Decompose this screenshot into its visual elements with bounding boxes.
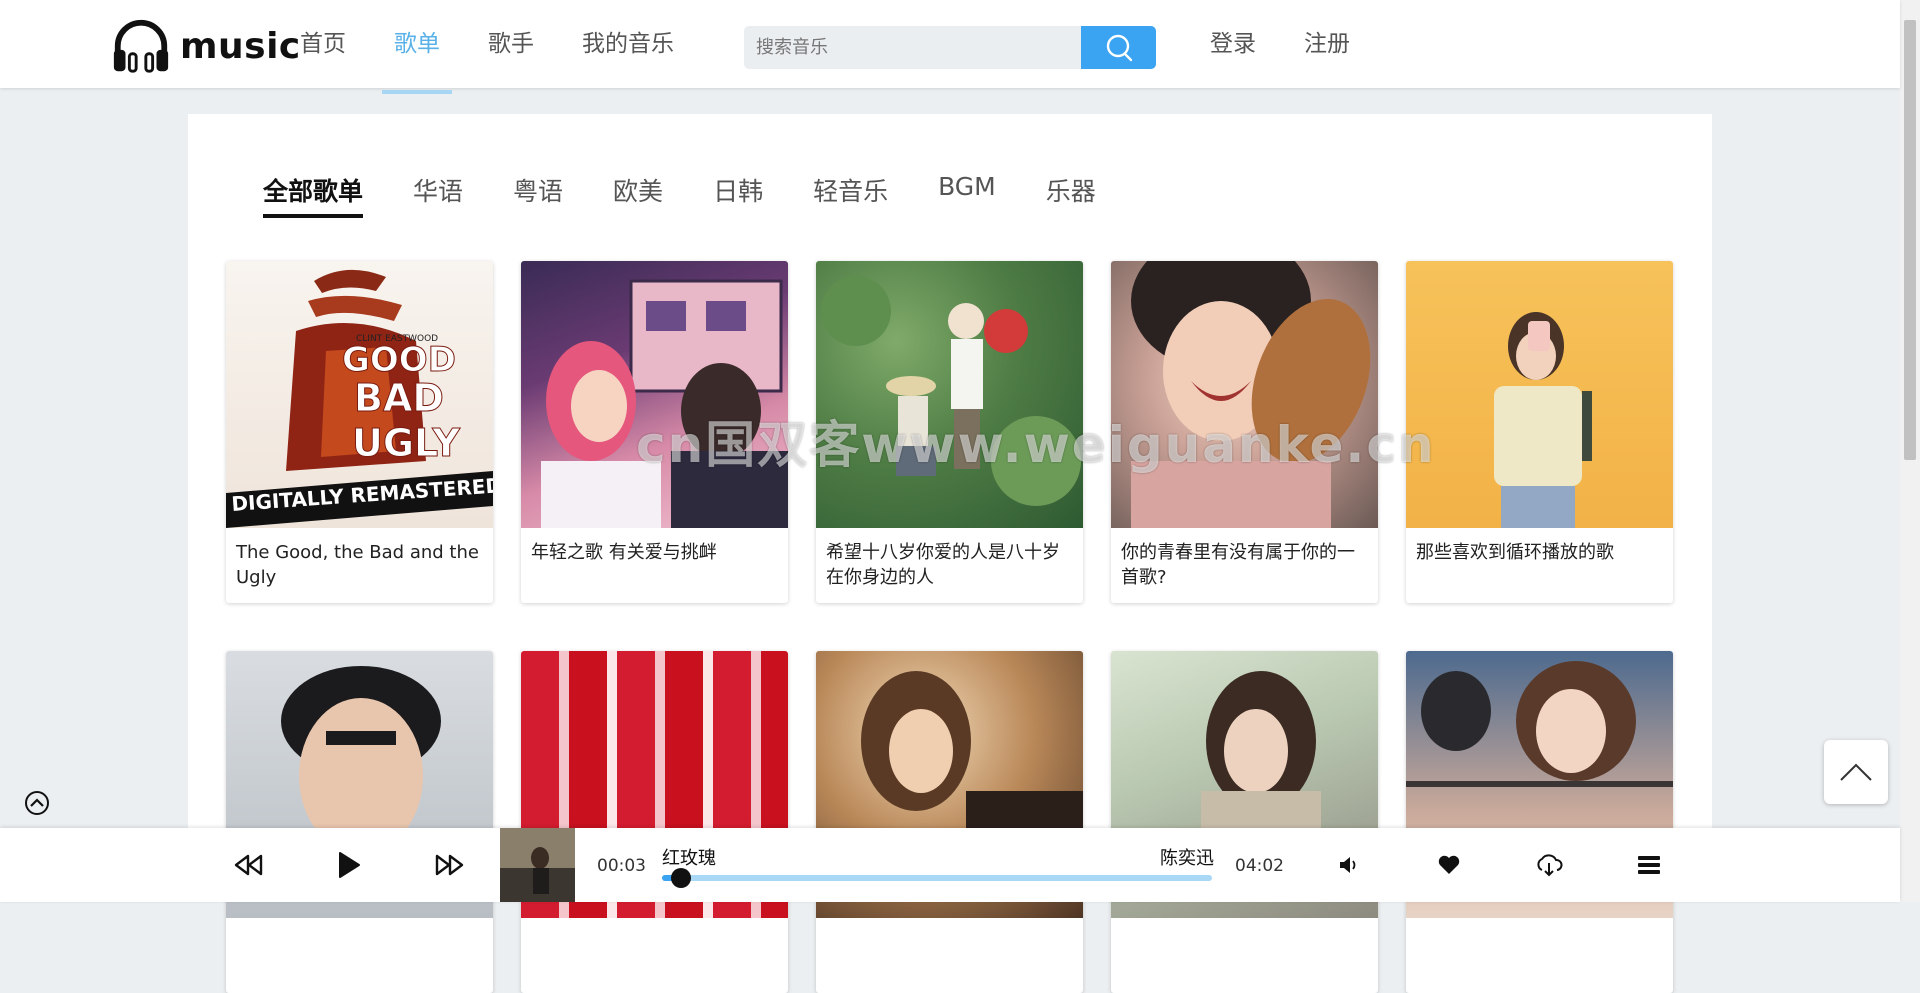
tab-bgm[interactable]: BGM bbox=[938, 172, 996, 218]
nav-my-music[interactable]: 我的音乐 bbox=[582, 0, 674, 88]
nav-playlists[interactable]: 歌单 bbox=[382, 0, 452, 94]
current-time: 00:03 bbox=[597, 856, 646, 876]
playlist-menu-button[interactable] bbox=[1630, 846, 1668, 884]
tab-instruments[interactable]: 乐器 bbox=[1046, 172, 1096, 218]
volume-icon bbox=[1340, 857, 1356, 873]
playlist-title bbox=[226, 918, 493, 930]
artist-name: 陈奕迅 bbox=[1160, 848, 1214, 869]
playlist-cover bbox=[1406, 261, 1673, 528]
playlist-card[interactable]: 那些喜欢到循环播放的歌 bbox=[1406, 261, 1673, 603]
search-button[interactable] bbox=[1081, 26, 1156, 69]
playlist-title bbox=[816, 918, 1083, 930]
headphones-logo-icon bbox=[113, 19, 169, 73]
header: music 首页 歌单 歌手 我的音乐 登录 注册 bbox=[0, 0, 1900, 94]
playlist-card[interactable] bbox=[226, 651, 493, 993]
next-icon bbox=[435, 854, 464, 876]
playlist-title: 希望十八岁你爱的人是八十岁在你身边的人 bbox=[826, 542, 1060, 588]
search-icon bbox=[1106, 34, 1132, 61]
next-button[interactable] bbox=[430, 846, 468, 884]
svg-text:BAD: BAD bbox=[354, 376, 444, 420]
heart-icon bbox=[1438, 855, 1460, 874]
album-thumbnail bbox=[500, 828, 575, 902]
main-nav: 首页 歌单 歌手 我的音乐 bbox=[300, 0, 722, 94]
playlist-cover bbox=[1111, 261, 1378, 528]
tab-mandarin[interactable]: 华语 bbox=[413, 172, 463, 218]
playlist-cover bbox=[816, 261, 1083, 528]
register-link[interactable]: 注册 bbox=[1304, 0, 1350, 88]
download-button[interactable] bbox=[1530, 846, 1568, 884]
tab-western[interactable]: 欧美 bbox=[613, 172, 663, 218]
category-tabs: 全部歌单 华语 粤语 欧美 日韩 轻音乐 BGM 乐器 bbox=[263, 172, 1146, 218]
playlist-card[interactable]: 希望十八岁你爱的人是八十岁在你身边的人 bbox=[816, 261, 1083, 603]
tab-jp-kr[interactable]: 日韩 bbox=[713, 172, 763, 218]
download-icon bbox=[1537, 854, 1563, 877]
movie-poster-image: CLINT EASTWOOD GOOD BAD UGLY DIGITALLY R… bbox=[226, 269, 493, 528]
like-button[interactable] bbox=[1430, 846, 1468, 884]
total-duration: 04:02 bbox=[1235, 856, 1284, 876]
collapse-player-icon bbox=[25, 791, 49, 815]
back-to-top-icon bbox=[1840, 763, 1872, 781]
tab-cantonese[interactable]: 粤语 bbox=[513, 172, 563, 218]
playlist-title bbox=[1406, 918, 1673, 930]
playlist-card[interactable] bbox=[1406, 651, 1673, 993]
playlist-card[interactable] bbox=[816, 651, 1083, 993]
play-icon bbox=[339, 852, 360, 878]
playlist-card[interactable]: 年轻之歌 有关爱与挑衅 bbox=[521, 261, 788, 603]
volume-button[interactable] bbox=[1330, 846, 1368, 884]
logo-text: music bbox=[180, 25, 301, 67]
login-link[interactable]: 登录 bbox=[1210, 0, 1256, 88]
play-button[interactable] bbox=[330, 846, 368, 884]
collapse-player-button[interactable] bbox=[24, 790, 50, 816]
tab-light-music[interactable]: 轻音乐 bbox=[813, 172, 888, 218]
logo[interactable]: music bbox=[110, 16, 301, 76]
playlist-title: 那些喜欢到循环播放的歌 bbox=[1416, 542, 1614, 563]
playlist-title: 你的青春里有没有属于你的一首歌? bbox=[1121, 542, 1355, 588]
playlist-title bbox=[521, 918, 788, 930]
song-title: 红玫瑰 bbox=[662, 848, 716, 869]
prev-icon bbox=[234, 854, 263, 876]
progress-handle[interactable] bbox=[671, 868, 692, 888]
scrollbar-thumb[interactable] bbox=[1904, 20, 1916, 460]
playlist-card[interactable] bbox=[521, 651, 788, 993]
nav-singers[interactable]: 歌手 bbox=[488, 0, 534, 88]
music-player: 00:03 红玫瑰 陈奕迅 04:02 bbox=[0, 828, 1900, 902]
svg-text:UGLY: UGLY bbox=[352, 421, 460, 465]
playlist-cover: CLINT EASTWOOD GOOD BAD UGLY DIGITALLY R… bbox=[226, 261, 493, 528]
playlist-card[interactable]: CLINT EASTWOOD GOOD BAD UGLY DIGITALLY R… bbox=[226, 261, 493, 603]
playlist-title: 年轻之歌 有关爱与挑衅 bbox=[531, 542, 717, 563]
playlist-cover bbox=[521, 261, 788, 528]
auth-links: 登录 注册 bbox=[1210, 0, 1398, 88]
playlist-menu-icon bbox=[1638, 856, 1660, 874]
page-scrollbar[interactable] bbox=[1900, 0, 1920, 902]
svg-text:GOOD: GOOD bbox=[342, 340, 456, 380]
search-box bbox=[744, 26, 1156, 69]
prev-button[interactable] bbox=[230, 846, 268, 884]
search-input[interactable] bbox=[744, 26, 1074, 69]
nav-home[interactable]: 首页 bbox=[300, 0, 346, 88]
playlist-title bbox=[1111, 918, 1378, 930]
playlist-panel: 全部歌单 华语 粤语 欧美 日韩 轻音乐 BGM 乐器 CLINT EASTWO… bbox=[188, 114, 1712, 993]
progress-bar[interactable] bbox=[662, 868, 1212, 888]
back-to-top-button[interactable] bbox=[1824, 740, 1888, 804]
tab-all[interactable]: 全部歌单 bbox=[263, 172, 364, 218]
playlist-title: The Good, the Bad and the Ugly bbox=[236, 542, 479, 588]
playlist-card[interactable] bbox=[1111, 651, 1378, 993]
playlist-card[interactable]: 你的青春里有没有属于你的一首歌? bbox=[1111, 261, 1378, 603]
